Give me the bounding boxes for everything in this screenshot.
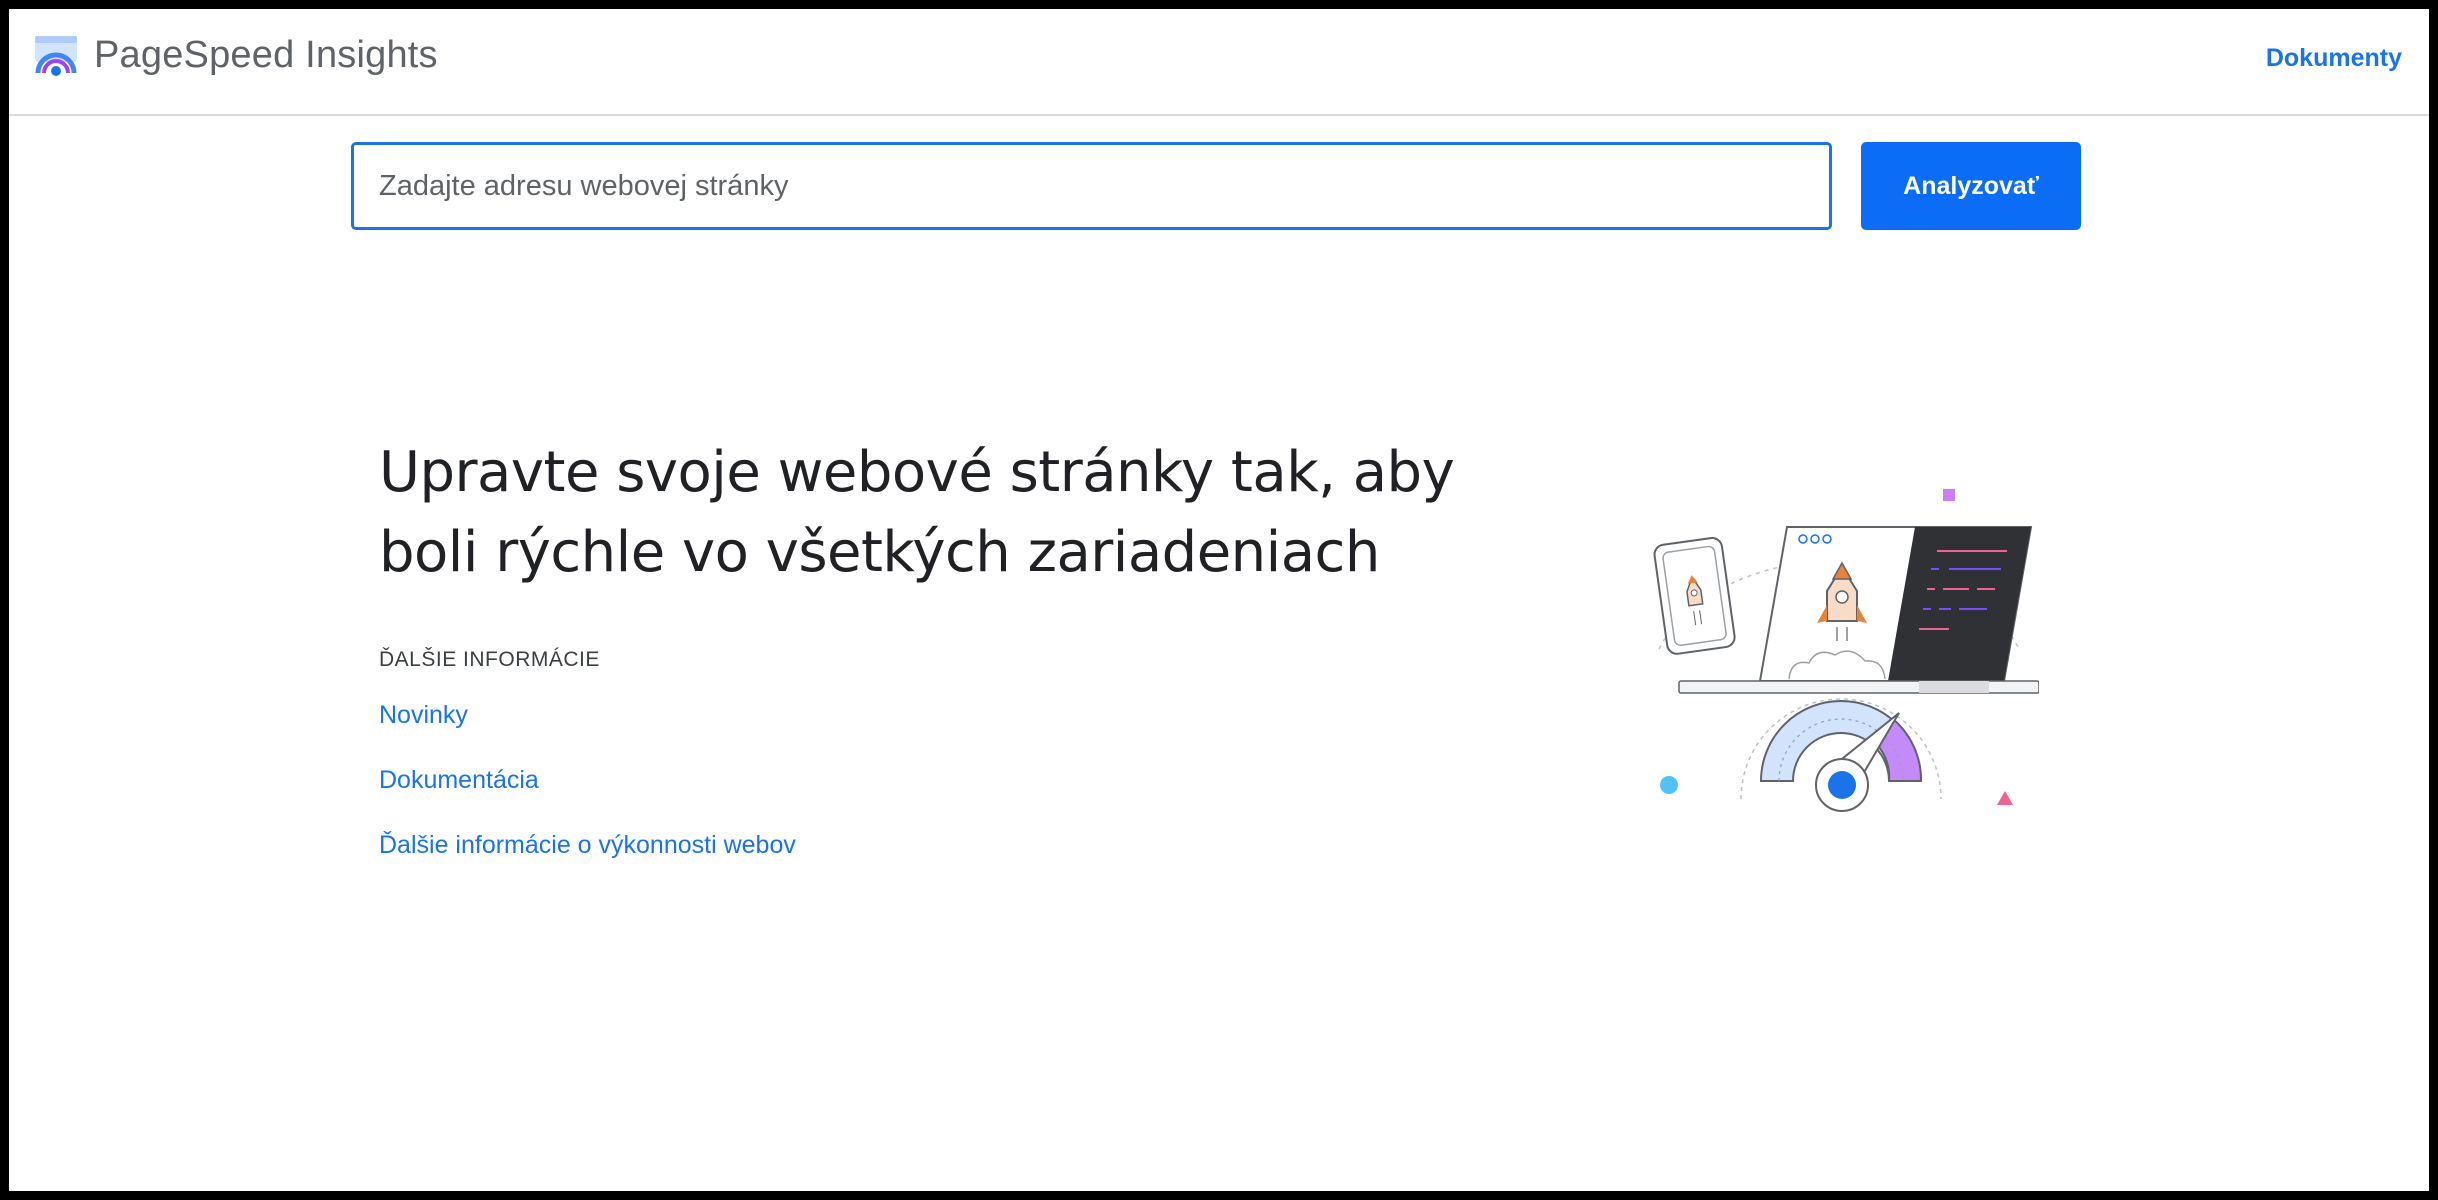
app-title[interactable]: PageSpeed Insights xyxy=(94,31,438,79)
top-bar: PageSpeed Insights Dokumenty xyxy=(9,9,2429,116)
link-web-performance[interactable]: Ďalšie informácie o výkonnosti webov xyxy=(379,829,796,861)
link-documentation[interactable]: Dokumentácia xyxy=(379,764,539,796)
headline-line-1: Upravte svoje webové stránky tak, aby xyxy=(379,440,1455,505)
page-headline: Upravte svoje webové stránky tak, aby bol… xyxy=(379,433,1579,593)
speed-devices-illustration xyxy=(1639,479,2040,819)
pagespeed-logo-icon[interactable] xyxy=(33,33,79,79)
docs-link[interactable]: Dokumenty xyxy=(2266,41,2402,75)
browser-page: PageSpeed Insights Dokumenty Analyzovať … xyxy=(9,9,2429,1191)
url-search-field[interactable] xyxy=(351,142,1832,230)
analyze-button[interactable]: Analyzovať xyxy=(1861,142,2081,230)
link-news[interactable]: Novinky xyxy=(379,699,468,731)
url-input[interactable] xyxy=(354,145,1829,227)
learn-more-heading: ĎALŠIE INFORMÁCIE xyxy=(379,648,600,671)
headline-line-2: boli rýchle vo všetkých zariadeniach xyxy=(379,520,1380,585)
